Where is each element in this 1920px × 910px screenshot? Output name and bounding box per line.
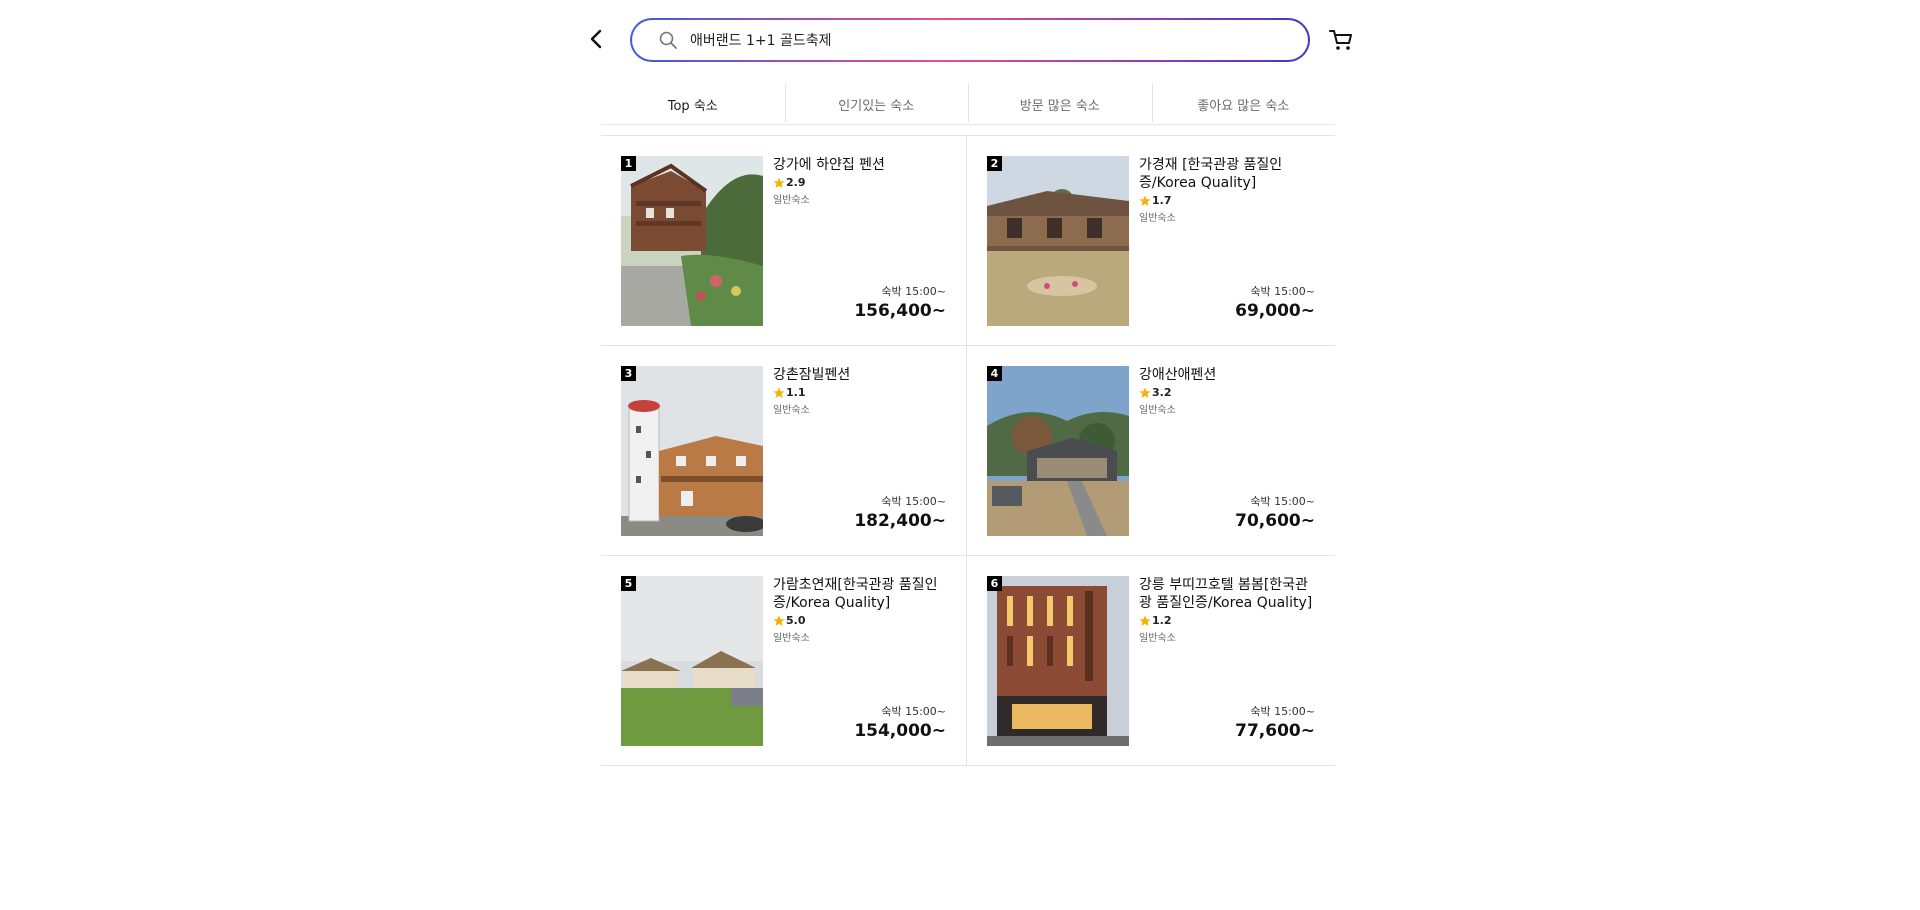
listing-name: 가람초연재[한국관광 품질인증/Korea Quality] bbox=[773, 577, 938, 611]
listing-card[interactable]: 3 강촌잠빌펜션 1.1 일반숙소 숙박 15:00~ 182,400~ bbox=[601, 346, 967, 556]
listing-card[interactable]: 2 가경재 [한국관광 품질인증/Korea Quality] 1.7 일반숙소… bbox=[967, 136, 1335, 346]
rating-value: 5.0 bbox=[786, 614, 806, 627]
rank-badge: 5 bbox=[621, 576, 636, 591]
listing-price: 77,600~ bbox=[1235, 721, 1315, 741]
checkin-time: 숙박 15:00~ bbox=[1250, 495, 1315, 508]
listing-category: 일반숙소 bbox=[773, 633, 810, 644]
listing-card[interactable]: 6 강릉 부띠끄호텔 봄봄[한국관광 품질인증/Korea Quality] 1… bbox=[967, 556, 1335, 766]
listing-info: 강릉 부띠끄호텔 봄봄[한국관광 품질인증/Korea Quality] 1.2… bbox=[1139, 576, 1317, 644]
tab-most-visited[interactable]: 방문 많은 숙소 bbox=[968, 84, 1152, 124]
rating: 3.2 bbox=[1139, 386, 1317, 399]
star-icon bbox=[1139, 195, 1151, 206]
rating-value: 2.9 bbox=[786, 176, 806, 189]
page: Top 숙소 인기있는 숙소 방문 많은 숙소 좋아요 많은 숙소 bbox=[0, 0, 1920, 910]
rating: 1.7 bbox=[1139, 194, 1317, 207]
rank-badge: 2 bbox=[987, 156, 1002, 171]
listing-category: 일반숙소 bbox=[773, 195, 810, 206]
rating-value: 1.2 bbox=[1152, 614, 1172, 627]
star-icon bbox=[1139, 387, 1151, 398]
listing-info: 강가에 하얀집 펜션 2.9 일반숙소 bbox=[773, 156, 951, 206]
checkin-time: 숙박 15:00~ bbox=[881, 495, 946, 508]
checkin-time: 숙박 15:00~ bbox=[1250, 705, 1315, 718]
listing-price: 70,600~ bbox=[1235, 511, 1315, 531]
tab-most-liked[interactable]: 좋아요 많은 숙소 bbox=[1151, 84, 1336, 124]
rank-badge: 4 bbox=[987, 366, 1002, 381]
listing-card[interactable]: 5 가람초연재[한국관광 품질인증/Korea Quality] 5.0 일반숙… bbox=[601, 556, 967, 766]
listing-thumbnail[interactable]: 2 bbox=[987, 156, 1129, 326]
listing-grid: 1 강가에 하얀집 펜션 2.9 일반숙소 숙박 15:00~ 156,400~ bbox=[601, 135, 1335, 766]
listing-thumbnail[interactable]: 6 bbox=[987, 576, 1129, 746]
star-icon bbox=[773, 177, 785, 188]
rating-value: 1.1 bbox=[786, 386, 806, 399]
rank-badge: 3 bbox=[621, 366, 636, 381]
checkin-time: 숙박 15:00~ bbox=[881, 285, 946, 298]
listing-category: 일반숙소 bbox=[1139, 213, 1176, 224]
search-bar[interactable] bbox=[630, 18, 1310, 62]
listing-info: 강촌잠빌펜션 1.1 일반숙소 bbox=[773, 366, 951, 416]
listing-thumbnail[interactable]: 1 bbox=[621, 156, 763, 326]
checkin-time: 숙박 15:00~ bbox=[1250, 285, 1315, 298]
listing-price: 69,000~ bbox=[1235, 301, 1315, 321]
search-icon[interactable] bbox=[658, 30, 678, 50]
cart-icon bbox=[1329, 30, 1352, 50]
listing-name: 강가에 하얀집 펜션 bbox=[773, 157, 885, 173]
search-bar-inner bbox=[632, 20, 1308, 60]
listing-category: 일반숙소 bbox=[1139, 633, 1176, 644]
rating-value: 3.2 bbox=[1152, 386, 1172, 399]
listing-name: 강릉 부띠끄호텔 봄봄[한국관광 품질인증/Korea Quality] bbox=[1139, 577, 1313, 611]
search-input[interactable] bbox=[688, 31, 1308, 49]
listing-info: 강애산애펜션 3.2 일반숙소 bbox=[1139, 366, 1317, 416]
back-button[interactable] bbox=[585, 26, 609, 52]
listing-price: 182,400~ bbox=[854, 511, 946, 531]
listing-category: 일반숙소 bbox=[773, 405, 810, 416]
listing-category: 일반숙소 bbox=[1139, 405, 1176, 416]
listing-card[interactable]: 4 강애산애펜션 3.2 일반숙소 숙박 15:00~ 70,600~ bbox=[967, 346, 1335, 556]
rating: 5.0 bbox=[773, 614, 951, 627]
listing-thumbnail[interactable]: 3 bbox=[621, 366, 763, 536]
category-tabs: Top 숙소 인기있는 숙소 방문 많은 숙소 좋아요 많은 숙소 bbox=[601, 84, 1335, 125]
cart-button[interactable] bbox=[1328, 28, 1354, 52]
listing-name: 강애산애펜션 bbox=[1139, 367, 1217, 383]
listing-name: 가경재 [한국관광 품질인증/Korea Quality] bbox=[1139, 157, 1283, 191]
rank-badge: 6 bbox=[987, 576, 1002, 591]
listing-info: 가경재 [한국관광 품질인증/Korea Quality] 1.7 일반숙소 bbox=[1139, 156, 1317, 224]
listing-info: 가람초연재[한국관광 품질인증/Korea Quality] 5.0 일반숙소 bbox=[773, 576, 951, 644]
rank-badge: 1 bbox=[621, 156, 636, 171]
star-icon bbox=[773, 387, 785, 398]
tab-popular[interactable]: 인기있는 숙소 bbox=[784, 84, 969, 124]
listing-price: 154,000~ bbox=[854, 721, 946, 741]
listing-thumbnail[interactable]: 5 bbox=[621, 576, 763, 746]
star-icon bbox=[773, 615, 785, 626]
tab-top[interactable]: Top 숙소 bbox=[601, 84, 785, 124]
chevron-left-icon bbox=[590, 29, 602, 49]
listing-price: 156,400~ bbox=[854, 301, 946, 321]
checkin-time: 숙박 15:00~ bbox=[881, 705, 946, 718]
rating: 1.1 bbox=[773, 386, 951, 399]
listing-card[interactable]: 1 강가에 하얀집 펜션 2.9 일반숙소 숙박 15:00~ 156,400~ bbox=[601, 136, 967, 346]
star-icon bbox=[1139, 615, 1151, 626]
listing-thumbnail[interactable]: 4 bbox=[987, 366, 1129, 536]
rating: 2.9 bbox=[773, 176, 951, 189]
rating-value: 1.7 bbox=[1152, 194, 1172, 207]
listing-name: 강촌잠빌펜션 bbox=[773, 367, 851, 383]
rating: 1.2 bbox=[1139, 614, 1317, 627]
